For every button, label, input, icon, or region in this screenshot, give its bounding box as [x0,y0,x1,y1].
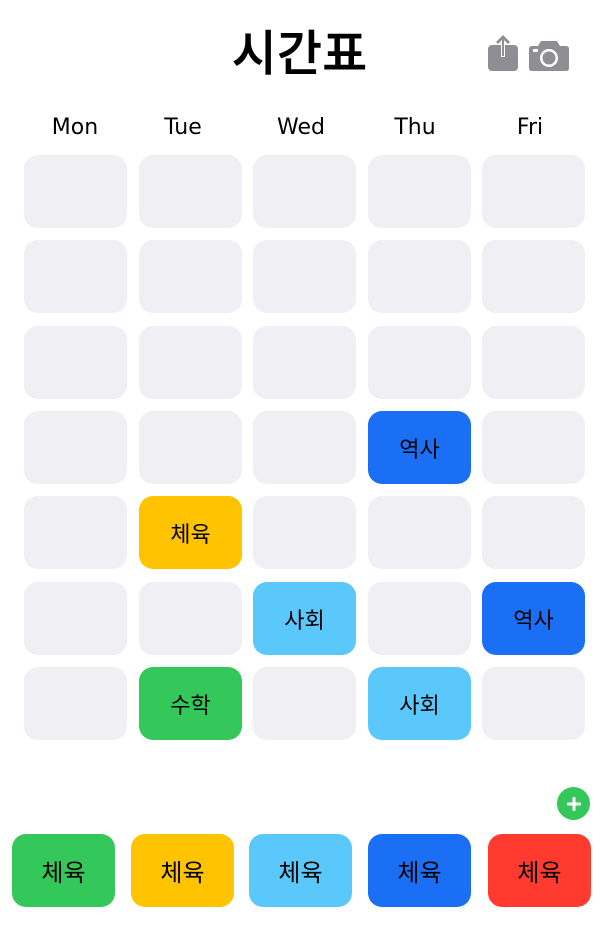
subject-palette-item[interactable]: 체육 [131,834,234,907]
palette-subject-label: 체육 [397,859,442,887]
timetable-cell[interactable] [139,326,242,399]
timetable-cell[interactable] [482,155,585,228]
timetable-cell[interactable] [24,496,127,569]
timetable-cell[interactable] [368,155,471,228]
timetable-cell[interactable]: 수학 [139,667,242,740]
subject-palette-item[interactable]: 체육 [368,834,471,907]
cell-subject-label: 역사 [399,437,440,463]
share-icon[interactable] [487,34,519,72]
palette-subject-label: 체육 [278,859,323,887]
palette-subject-label: 체육 [517,859,562,887]
timetable-cell[interactable] [368,582,471,655]
day-header-thu: Thu [394,115,436,140]
cell-subject-label: 사회 [284,608,325,634]
timetable-cell[interactable] [368,496,471,569]
timetable-cell[interactable]: 사회 [368,667,471,740]
timetable-cell[interactable] [482,240,585,313]
timetable-cell[interactable] [253,155,356,228]
timetable-cell[interactable] [24,667,127,740]
timetable-cell[interactable] [368,240,471,313]
cell-subject-label: 사회 [399,693,440,719]
timetable-cell[interactable] [482,411,585,484]
add-subject-button[interactable] [557,787,590,820]
timetable-cell[interactable] [139,240,242,313]
timetable-cell[interactable]: 역사 [482,582,585,655]
cell-subject-label: 체육 [170,522,211,548]
timetable-cell[interactable]: 사회 [253,582,356,655]
camera-icon[interactable] [528,38,570,72]
day-header-fri: Fri [516,115,544,140]
day-header-wed: Wed [277,115,325,140]
timetable-cell[interactable] [139,582,242,655]
plus-icon [566,796,581,811]
day-header-tue: Tue [164,115,202,140]
day-header-mon: Mon [51,115,99,140]
timetable-cell[interactable] [24,240,127,313]
timetable-cell[interactable] [24,411,127,484]
timetable-cell[interactable] [139,155,242,228]
timetable-cell[interactable] [253,496,356,569]
timetable-cell[interactable] [139,411,242,484]
cell-subject-label: 수학 [170,693,211,719]
subject-palette-item[interactable]: 체육 [12,834,115,907]
palette-subject-label: 체육 [160,859,205,887]
palette-subject-label: 체육 [41,859,86,887]
timetable-cell[interactable]: 체육 [139,496,242,569]
timetable-cell[interactable] [24,582,127,655]
timetable-cell[interactable] [253,326,356,399]
timetable-cell[interactable] [482,496,585,569]
timetable-cell[interactable] [24,155,127,228]
timetable-cell[interactable] [368,326,471,399]
subject-palette-item[interactable]: 체육 [488,834,591,907]
timetable-cell[interactable] [253,667,356,740]
timetable-cell[interactable] [253,411,356,484]
timetable-cell[interactable] [24,326,127,399]
subject-palette-item[interactable]: 체육 [249,834,352,907]
timetable-cell[interactable]: 역사 [368,411,471,484]
timetable-cell[interactable] [482,667,585,740]
cell-subject-label: 역사 [513,608,554,634]
timetable-cell[interactable] [482,326,585,399]
timetable-cell[interactable] [253,240,356,313]
